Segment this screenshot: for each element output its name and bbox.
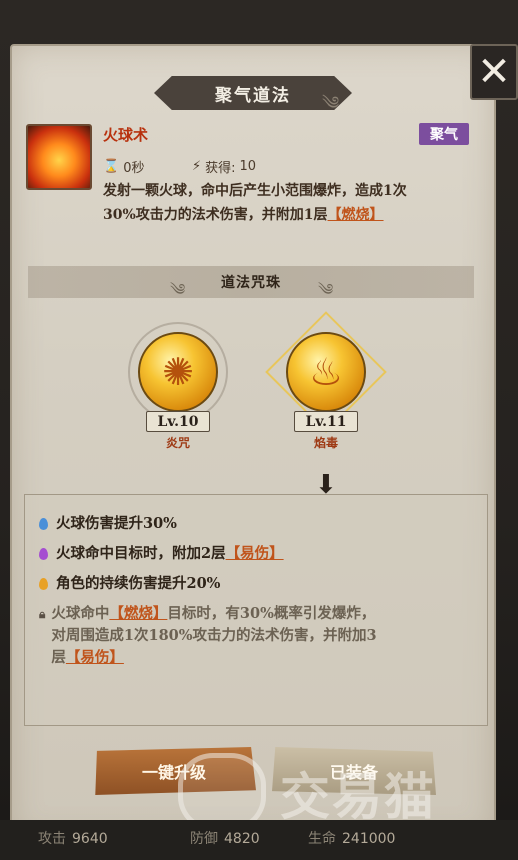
orb-name: 焰毒 [313,436,338,450]
effect-1: 火球伤害提升30% [39,513,469,535]
effect-4-text-b: 目标时，有30%概率引发爆炸， [167,605,376,622]
effect-4-text-d: 层 [51,649,66,666]
skill-description: 发射一颗火球，命中后产生小范围爆炸，造成1次 30%攻击力的法术伤害，并附加1层… [103,179,473,227]
one-click-upgrade-button[interactable]: 一键升级 [95,747,256,795]
effect-4-text-a: 火球命中 [51,605,110,622]
close-button[interactable]: ✕ [470,44,518,100]
burn-status-link-2[interactable]: 【燃烧】 [109,605,167,622]
vulnerable-status-link-2[interactable]: 【易伤】 [66,649,124,666]
effects-box: 火球伤害提升30% 火球命中目标时，附加2层【易伤】 角色的持续伤害提升20% … [24,494,488,726]
gain-value: 10 [239,159,257,174]
orb-level: Lv.10 [146,411,210,432]
gain-label: 获得: [205,161,236,176]
title-ornament-right-icon: ༄ [322,93,340,114]
desc-line-2-text: 30%攻击力的法术伤害，并附加1层 [103,207,328,223]
hp-label: 生命 [308,831,336,847]
effect-3-text: 角色的持续伤害提升20% [56,575,221,592]
defense-label: 防御 [190,831,218,847]
cooldown-stat: ⌛ 0秒 [103,157,144,176]
hp-value: 241000 [342,831,396,847]
close-icon: ✕ [477,49,511,95]
orb-level: Lv.11 [294,411,358,432]
effect-3: 角色的持续伤害提升20% [39,573,469,595]
dialog-title: 聚气道法 [215,85,291,106]
hourglass-icon: ⌛ [103,159,120,174]
skill-name: 火球术 [103,126,149,144]
desc-line-2: 30%攻击力的法术伤害，并附加1层【燃烧】 [103,203,473,227]
purple-drop-icon [39,548,48,560]
skill-type-badge: 聚气 [419,123,469,145]
blue-drop-icon [39,518,48,530]
vulnerable-status-link[interactable]: 【易伤】 [226,545,284,562]
fire-orb-icon: ♨ [286,332,366,412]
hp-stat: 生命 241000 [308,828,395,848]
desc-line-1: 发射一颗火球，命中后产生小范围爆炸，造成1次 [103,183,407,199]
orb-name: 炎咒 [165,436,190,450]
gain-stat: ⚡ 获得: 10 [192,157,256,176]
section-header: 道法咒珠 [28,266,474,298]
effect-4-text-c: 对周围造成1次180%攻击力的法术伤害，并附加3 [51,627,377,644]
fireball-skill-icon [26,124,92,190]
lock-icon: 🔒︎ [39,607,46,621]
attack-value: 9640 [72,831,108,847]
orb-slot-1[interactable]: ✺ Lv.10 炎咒 [118,312,238,462]
section-title: 道法咒珠 [221,275,281,291]
attack-label: 攻击 [38,831,66,847]
effect-4-locked: 🔒︎ 火球命中【燃烧】目标时，有30%概率引发爆炸， 对周围造成1次180%攻击… [39,603,469,669]
attack-stat: 攻击 9640 [38,828,108,848]
defense-value: 4820 [224,831,260,847]
lightning-icon: ⚡ [192,159,202,174]
orb-slot-2[interactable]: ♨ Lv.11 焰毒 [265,311,387,462]
equipped-button[interactable]: 已装备 [272,747,436,795]
section-ornament-left-icon: ༄ [170,280,186,299]
burn-status-link[interactable]: 【燃烧】 [328,207,384,223]
effect-1-text: 火球伤害提升30% [56,515,177,532]
effect-2-text: 火球命中目标时，附加2层 [56,545,226,562]
effect-2: 火球命中目标时，附加2层【易伤】 [39,543,469,565]
defense-stat: 防御 4820 [190,828,260,848]
flame-orb-icon: ✺ [138,332,218,412]
orange-drop-icon [39,578,48,590]
cooldown-value: 0秒 [123,161,145,176]
